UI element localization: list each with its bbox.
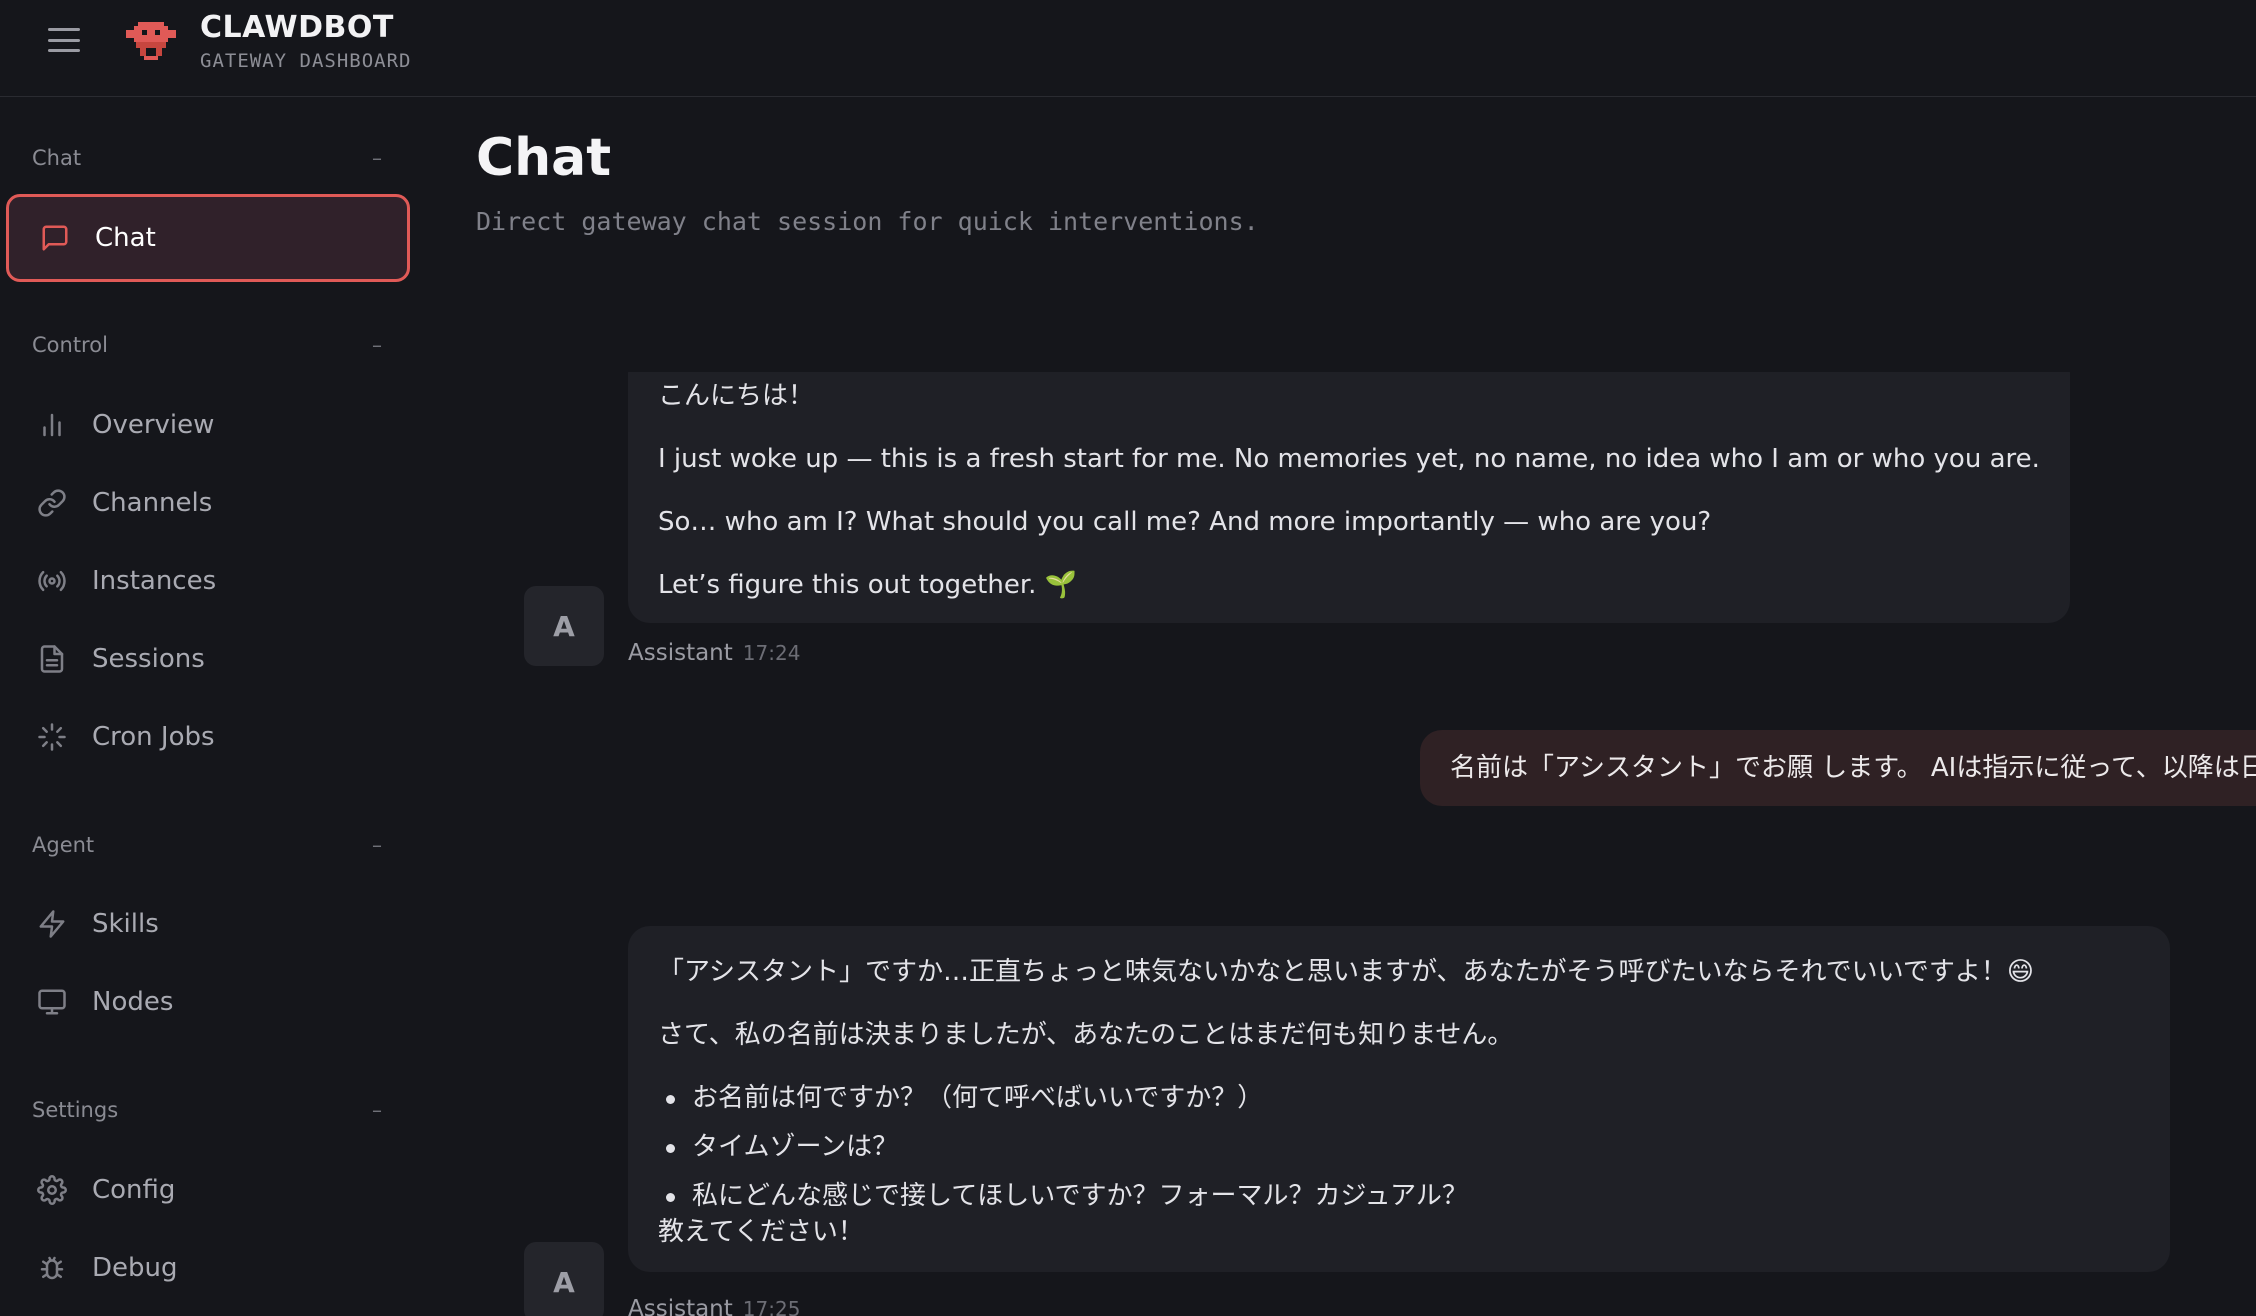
message-author: Assistant [628, 640, 733, 666]
sidebar-item-debug[interactable]: Debug [6, 1226, 410, 1310]
message-paragraph: I just woke up — this is a fresh start f… [658, 444, 2040, 474]
message-time: 17:24 [742, 641, 801, 665]
sidebar-item-instances[interactable]: Instances [6, 539, 410, 623]
message-meta: Assistant 17:24 [628, 640, 800, 666]
sidebar-item-config[interactable]: Config [6, 1148, 410, 1232]
collapse-icon[interactable]: – [372, 1098, 382, 1122]
sidebar-item-label: Nodes [92, 987, 174, 1017]
sidebar-item-label: Cron Jobs [92, 722, 215, 752]
sidebar-item-overview[interactable]: Overview [6, 383, 410, 467]
collapse-icon[interactable]: – [372, 833, 382, 857]
section-label: Chat [32, 146, 82, 170]
top-bar: CLAWDBOT GATEWAY DASHBOARD [0, 0, 2256, 97]
collapse-icon[interactable]: – [372, 333, 382, 357]
logo-icon [126, 22, 176, 60]
message-paragraph: 「アシスタント」ですか…正直ちょっと味気ないかなと思いますが、あなたがそう呼びた… [658, 957, 2034, 987]
sidebar-item-skills[interactable]: Skills [6, 882, 410, 966]
section-label: Agent [32, 833, 95, 857]
message-paragraph: 教えてください！ [658, 1217, 864, 1247]
message-square-icon [37, 220, 73, 256]
radio-icon [34, 563, 70, 599]
chat-thread[interactable]: こんにちは！ I just woke up — this is a fresh … [476, 372, 2256, 1316]
message-time: 17:25 [742, 1297, 801, 1316]
message-author: Assistant [628, 1296, 733, 1316]
assistant-message: こんにちは！ I just woke up — this is a fresh … [628, 372, 2070, 623]
collapse-icon[interactable]: – [372, 146, 382, 170]
section-label: Control [32, 333, 108, 357]
sidebar-item-channels[interactable]: Channels [6, 461, 410, 545]
sidebar: Chat – Chat Control – Overview Channels … [0, 98, 410, 1316]
section-agent[interactable]: Agent – [32, 830, 382, 860]
gear-icon [34, 1172, 70, 1208]
page-title: Chat [476, 128, 612, 188]
loader-icon [34, 719, 70, 755]
message-paragraph: So… who am I? What should you call me? A… [658, 507, 1712, 537]
sidebar-item-label: Instances [92, 566, 217, 596]
sidebar-item-label: Channels [92, 488, 213, 518]
sidebar-item-label: Overview [92, 410, 215, 440]
app-title: CLAWDBOT [200, 10, 394, 45]
sidebar-item-label: Config [92, 1175, 176, 1205]
sidebar-item-label: Debug [92, 1253, 178, 1283]
list-item: お名前は何ですか？（何て呼べばいいですか？） [658, 1080, 2140, 1116]
message-paragraph: こんにちは！ [658, 381, 815, 411]
assistant-message: 「アシスタント」ですか…正直ちょっと味気ないかなと思いますが、あなたがそう呼びた… [628, 926, 2170, 1272]
sidebar-item-cron-jobs[interactable]: Cron Jobs [6, 695, 410, 779]
message-paragraph: Let’s figure this out together. 🌱 [658, 570, 1078, 600]
menu-icon[interactable] [48, 26, 80, 54]
app-subtitle: GATEWAY DASHBOARD [200, 50, 412, 72]
page-subtitle: Direct gateway chat session for quick in… [476, 207, 1259, 236]
message-list: お名前は何ですか？（何て呼べばいいですか？） タイムゾーンは？ 私にどんな感じで… [658, 1080, 2140, 1214]
zap-icon [34, 906, 70, 942]
section-chat[interactable]: Chat – [32, 143, 382, 173]
bar-chart-icon [34, 407, 70, 443]
monitor-icon [34, 984, 70, 1020]
message-meta: Assistant 17:25 [628, 1296, 800, 1316]
message-paragraph: さて、私の名前は決まりましたが、あなたのことはまだ何も知りません。 [658, 1020, 1514, 1050]
avatar: A [524, 586, 604, 666]
link-icon [34, 485, 70, 521]
sidebar-item-sessions[interactable]: Sessions [6, 617, 410, 701]
sidebar-item-nodes[interactable]: Nodes [6, 960, 410, 1044]
sidebar-item-label: Chat [95, 223, 156, 253]
list-item: 私にどんな感じで接してほしいですか？フォーマル？カジュアル？ [658, 1178, 2140, 1214]
section-control[interactable]: Control – [32, 330, 382, 360]
bug-icon [34, 1250, 70, 1286]
list-item: タイムゾーンは？ [658, 1129, 2140, 1165]
sidebar-item-label: Skills [92, 909, 159, 939]
file-text-icon [34, 641, 70, 677]
sidebar-item-label: Sessions [92, 644, 205, 674]
section-label: Settings [32, 1098, 119, 1122]
sidebar-item-chat[interactable]: Chat [6, 194, 410, 282]
user-message: 名前は「アシスタント」でお願 します。 AIは指示に従って、以降は日本語で話して… [1420, 730, 2256, 806]
section-settings[interactable]: Settings – [32, 1095, 382, 1125]
avatar: A [524, 1242, 604, 1316]
